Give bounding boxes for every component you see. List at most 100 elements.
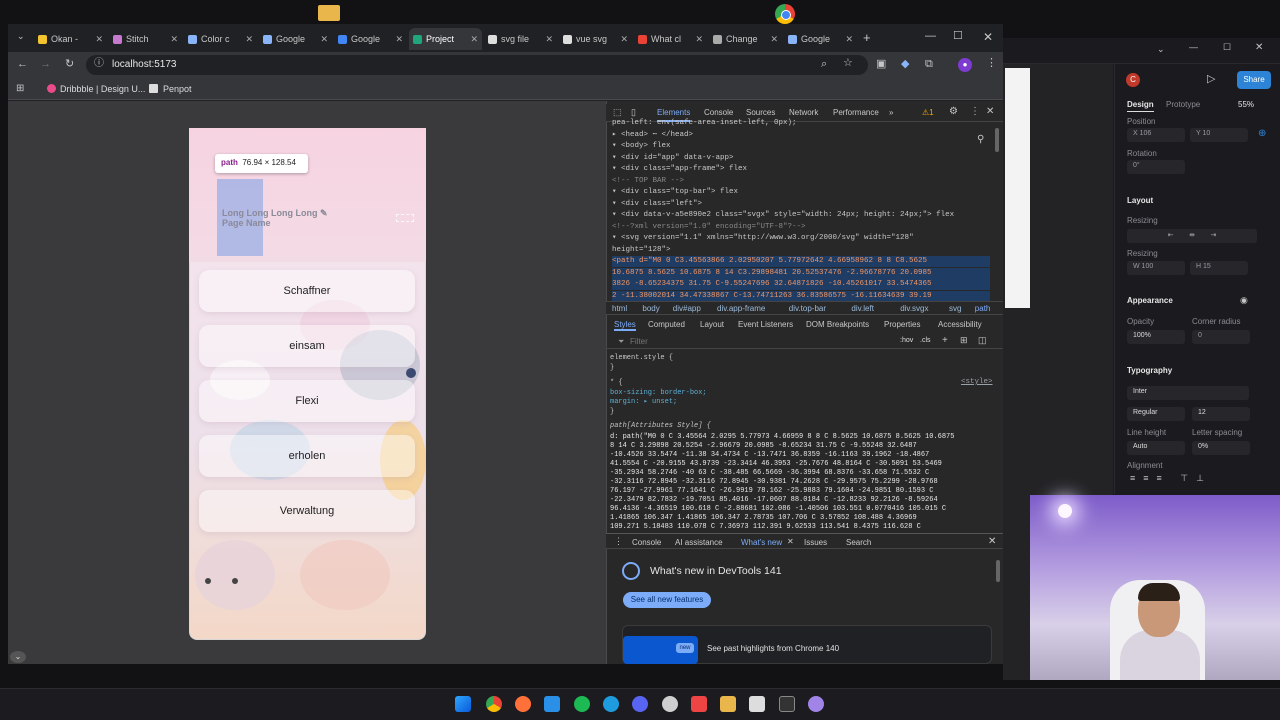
- spotify-icon[interactable]: [574, 696, 590, 712]
- figma-icon[interactable]: [691, 696, 707, 712]
- line-height-input[interactable]: Auto: [1127, 441, 1185, 455]
- avatar[interactable]: C: [1126, 73, 1140, 87]
- style-rule-line[interactable]: path[Attributes Style] {: [610, 421, 988, 432]
- tab-network[interactable]: Network: [789, 108, 818, 117]
- inspect-element-icon[interactable]: ⬚: [613, 108, 622, 117]
- tab-console[interactable]: Console: [704, 108, 733, 117]
- styles-tab[interactable]: Properties: [884, 320, 920, 329]
- close-icon[interactable]: ✕: [988, 536, 996, 547]
- new-tab-icon[interactable]: +: [863, 31, 871, 44]
- zoom-icon[interactable]: ⌕: [821, 59, 827, 70]
- tab-sources[interactable]: Sources: [746, 108, 775, 117]
- maximize-icon[interactable]: ☐: [1223, 43, 1231, 52]
- start-icon[interactable]: [455, 696, 471, 712]
- minimize-icon[interactable]: —: [925, 31, 936, 42]
- tab-close-icon[interactable]: ✕: [320, 34, 328, 45]
- drawer-tab-ai-assistance[interactable]: AI assistance: [675, 538, 723, 547]
- breadcrumb-item[interactable]: div#app: [673, 304, 701, 313]
- chevron-down-icon[interactable]: ⌄: [10, 651, 26, 663]
- dom-node-line[interactable]: ▾ <div class="left">: [612, 199, 990, 210]
- file-explorer-icon[interactable]: [720, 696, 736, 712]
- breadcrumb-item[interactable]: div.left: [851, 304, 874, 313]
- dom-node-line[interactable]: ▾ <div class="top-bar"> flex: [612, 187, 990, 198]
- bookmark-star-icon[interactable]: ☆: [843, 58, 853, 69]
- tab-performance[interactable]: Performance: [833, 108, 879, 117]
- font-select[interactable]: Inter: [1127, 386, 1249, 400]
- device-toggle-icon[interactable]: ▯: [631, 108, 636, 117]
- tab-close-icon[interactable]: ✕: [620, 34, 628, 45]
- tab-close-icon[interactable]: ✕: [545, 34, 553, 45]
- tab-close-icon[interactable]: ✕: [470, 34, 478, 45]
- chevron-down-icon[interactable]: ⌄: [1157, 45, 1165, 54]
- tab-close-icon[interactable]: ✕: [95, 34, 103, 45]
- cls-toggle[interactable]: .cls: [920, 337, 931, 344]
- styles-tab[interactable]: Accessibility: [938, 320, 982, 329]
- letter-spacing-input[interactable]: 0%: [1192, 441, 1250, 455]
- weight-select[interactable]: Regular: [1127, 407, 1185, 421]
- browser-tab[interactable]: Color c ✕: [184, 28, 257, 50]
- close-icon[interactable]: ✕: [983, 31, 993, 43]
- desktop-chrome-icon[interactable]: [775, 4, 795, 24]
- screenshot-icon[interactable]: ▣: [876, 59, 886, 70]
- add-rule-icon[interactable]: +: [942, 336, 948, 346]
- close-icon[interactable]: ✕: [1255, 43, 1263, 53]
- firefox-icon[interactable]: [515, 696, 531, 712]
- warning-badge[interactable]: ⚠1: [922, 108, 934, 117]
- terminal-icon[interactable]: [779, 696, 795, 712]
- drawer-tab-whats-new[interactable]: What's new: [741, 538, 782, 547]
- breadcrumb-item[interactable]: div.app-frame: [717, 304, 765, 313]
- breadcrumb-item[interactable]: svg: [949, 304, 961, 313]
- rotation-input[interactable]: 0°: [1127, 160, 1185, 174]
- dom-node-line[interactable]: height="128">: [612, 245, 990, 256]
- styles-tab[interactable]: Layout: [700, 320, 724, 329]
- close-tab-icon[interactable]: ✕: [787, 537, 794, 546]
- dom-node-line[interactable]: ▸ <head> ⋯ </head>: [612, 130, 990, 141]
- computed-toggle-icon[interactable]: ⊞: [960, 336, 968, 345]
- vscode-icon[interactable]: [544, 696, 560, 712]
- sidebar-toggle-icon[interactable]: ◫: [978, 336, 987, 345]
- menu-card-schaffner[interactable]: Schaffner: [199, 270, 415, 312]
- breadcrumb-item[interactable]: html: [612, 304, 627, 313]
- menu-card-erholen[interactable]: erholen: [199, 435, 415, 477]
- browser-tab[interactable]: svg file ✕: [484, 28, 557, 50]
- tab-close-icon[interactable]: ✕: [770, 34, 778, 45]
- alignment-icons[interactable]: ≡≡≡ ⊤⊥: [1130, 474, 1212, 483]
- bookmark-penpot[interactable]: Penpot: [163, 84, 192, 94]
- dom-node-line[interactable]: ▾ <div data-v-a5e890e2 class="svgx" styl…: [612, 210, 990, 221]
- tab-close-icon[interactable]: ✕: [245, 34, 253, 45]
- browser-tab[interactable]: Okan - ✕: [34, 28, 107, 50]
- browser-tab[interactable]: vue svg ✕: [559, 28, 632, 50]
- drawer-menu-icon[interactable]: ⋮: [614, 537, 623, 546]
- back-icon[interactable]: ←: [17, 59, 28, 70]
- tab-close-icon[interactable]: ✕: [695, 34, 703, 45]
- browser-tab[interactable]: Stitch ✕: [109, 28, 182, 50]
- address-bar[interactable]: [86, 55, 868, 75]
- dom-node-line[interactable]: <!--?xml version="1.0" encoding="UTF-8"?…: [612, 222, 990, 233]
- dom-node-line[interactable]: <path d="M0 0 C3.45563866 2.02950207 5.7…: [612, 256, 990, 267]
- chrome-taskbar-icon[interactable]: [486, 696, 502, 712]
- devtools-menu-icon[interactable]: ⋮: [970, 107, 980, 117]
- share-button[interactable]: Share: [1237, 71, 1271, 89]
- gear-icon[interactable]: ⚙: [949, 107, 958, 117]
- zoom-level[interactable]: 55%: [1238, 100, 1254, 109]
- site-info-icon[interactable]: ⓘ: [94, 59, 104, 69]
- browser-tab[interactable]: Change ✕: [709, 28, 782, 50]
- profile-avatar[interactable]: ●: [958, 58, 972, 72]
- forward-icon[interactable]: →: [40, 59, 51, 70]
- opacity-input[interactable]: 100%: [1127, 330, 1185, 344]
- canvas-board[interactable]: [1005, 68, 1030, 308]
- height-input[interactable]: H 15: [1190, 261, 1248, 275]
- url-text[interactable]: localhost:5173: [112, 59, 177, 70]
- drawer-tab-issues[interactable]: Issues: [804, 538, 827, 547]
- dom-node-line[interactable]: 3826 -8.65234375 31.75 C-9.55247696 32.6…: [612, 279, 990, 290]
- styles-tab[interactable]: Event Listeners: [738, 320, 793, 329]
- width-input[interactable]: W 100: [1127, 261, 1185, 275]
- tab-prototype[interactable]: Prototype: [1166, 100, 1200, 109]
- bookmark-dribbble[interactable]: Dribbble | Design U...: [60, 84, 145, 94]
- styles-tab[interactable]: DOM Breakpoints: [806, 320, 869, 329]
- menu-card-flexi[interactable]: Flexi: [199, 380, 415, 422]
- eye-icon[interactable]: ◉: [1240, 296, 1248, 305]
- tab-search-icon[interactable]: ⌄: [17, 32, 25, 41]
- dom-node-line[interactable]: <!-- TOP BAR -->: [612, 176, 990, 187]
- browser-tab[interactable]: Project ✕: [409, 28, 482, 50]
